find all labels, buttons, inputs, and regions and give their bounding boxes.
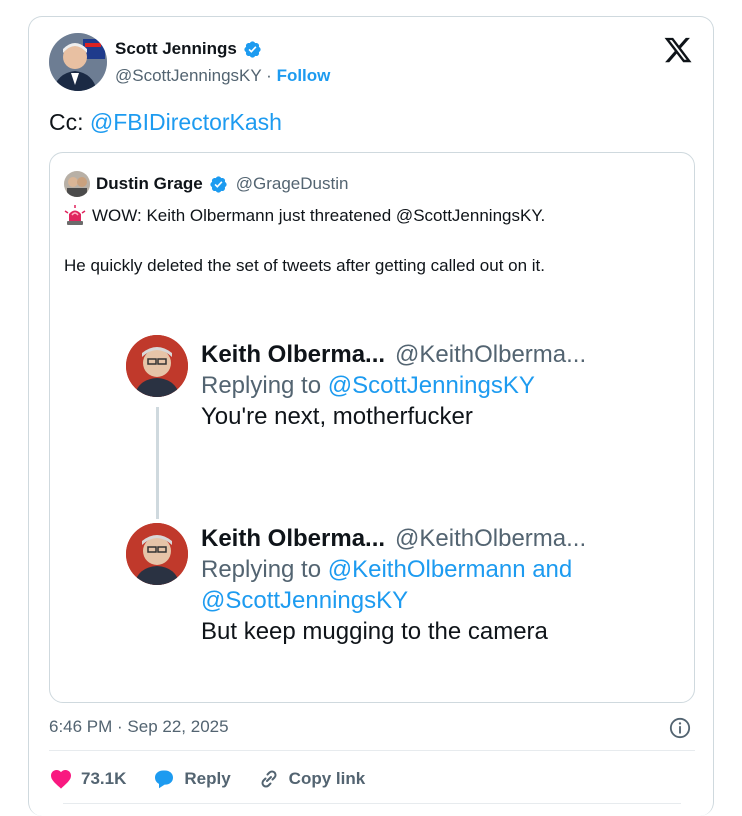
x-logo-icon[interactable]	[663, 35, 693, 65]
screenshot-post2-replying-to-line1: @KeithOlbermann and	[327, 556, 573, 583]
copy-link-label: Copy link	[288, 769, 366, 788]
author-handle[interactable]: @ScottJenningsKY	[115, 66, 261, 85]
screenshot-post1-text: You're next, motherfucker	[201, 403, 473, 430]
info-icon[interactable]	[669, 717, 691, 739]
screenshot-avatar-1	[126, 335, 188, 397]
screenshot-post2-text: But keep mugging to the camera	[201, 618, 548, 645]
tweet-timestamp[interactable]: 6:46 PM · Sep 22, 2025	[49, 717, 229, 737]
like-button[interactable]: 73.1K	[49, 767, 126, 791]
reply-label: Reply	[184, 769, 231, 788]
author-avatar[interactable]	[49, 33, 107, 91]
link-icon	[261, 770, 277, 788]
tweet-prefix: Cc:	[49, 109, 90, 135]
screenshot-post2-name: Keith Olberma...	[201, 525, 386, 552]
quoted-author-name[interactable]: Dustin Grage	[96, 174, 203, 194]
screenshot-post1-replying-to: @ScottJenningsKY	[327, 372, 535, 399]
author-name[interactable]: Scott Jennings	[115, 39, 237, 59]
quoted-tweet[interactable]: Dustin Grage @GrageDustin WOW: Keith Olb…	[49, 152, 695, 703]
quoted-author-avatar[interactable]	[64, 171, 90, 197]
thread-connector-line	[156, 407, 159, 519]
screenshot-avatar-2	[126, 523, 188, 585]
copy-link-button[interactable]: Copy link	[257, 767, 366, 791]
follow-button[interactable]: Follow	[277, 66, 331, 85]
heart-icon	[51, 770, 71, 789]
tweet-mention-link[interactable]: @FBIDirectorKash	[90, 109, 282, 135]
quoted-author-handle[interactable]: @GrageDustin	[236, 174, 349, 194]
quoted-text-line1: WOW: Keith Olbermann just threatened @Sc…	[92, 206, 546, 225]
reply-bubble-icon	[155, 770, 174, 789]
screenshot-post2-replying-prefix: Replying to	[201, 556, 328, 583]
bottom-divider	[63, 803, 681, 804]
quoted-screenshot-image: Keith Olberma... @KeithOlberma... Replyin…	[126, 335, 606, 657]
police-light-icon	[64, 205, 86, 225]
tweet-actions-bar: 73.1K Reply Copy link	[49, 767, 365, 791]
tweet-text: Cc: @FBIDirectorKash	[49, 109, 282, 136]
verified-badge-icon	[244, 40, 261, 58]
reply-button[interactable]: Reply	[152, 767, 231, 791]
screenshot-post2-replying-to-line2: @ScottJenningsKY	[201, 587, 409, 614]
screenshot-post1-replying-prefix: Replying to	[201, 372, 328, 399]
action-divider	[49, 750, 695, 751]
like-count: 73.1K	[81, 769, 127, 788]
handle-separator: ·	[266, 66, 272, 85]
screenshot-post2-handle: @KeithOlberma...	[395, 525, 587, 552]
quoted-text-line2: He quickly deleted the set of tweets aft…	[64, 256, 546, 275]
tweet-embed-card: Scott Jennings @ScottJenningsKY · Follow…	[28, 16, 714, 816]
screenshot-post1-name: Keith Olberma...	[201, 341, 386, 368]
screenshot-post1-handle: @KeithOlberma...	[395, 341, 587, 368]
quoted-verified-badge-icon	[210, 175, 227, 193]
